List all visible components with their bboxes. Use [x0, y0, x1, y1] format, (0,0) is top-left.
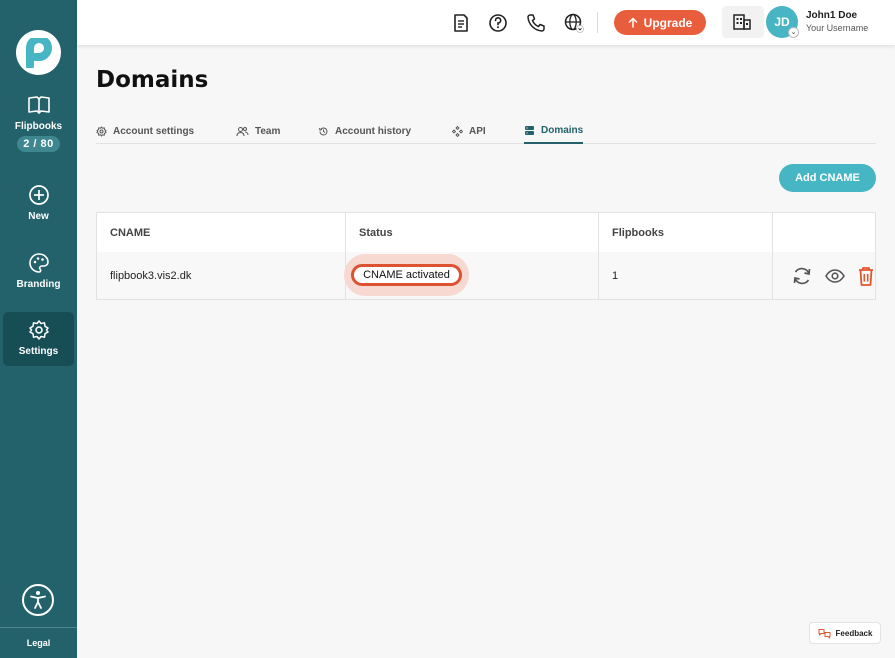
help-icon[interactable]	[487, 12, 509, 34]
flipbook-count-badge: 2 / 80	[17, 136, 60, 152]
tab-label: API	[469, 125, 486, 137]
plus-circle-icon	[28, 185, 49, 205]
refresh-icon[interactable]	[791, 265, 813, 287]
tab-team[interactable]: Team	[236, 124, 280, 138]
feedback-chat-icon	[818, 628, 831, 638]
tab-label: Account settings	[113, 125, 195, 137]
column-header-cname: CNAME	[110, 226, 151, 239]
add-cname-button[interactable]: Add CNAME	[779, 164, 876, 192]
sidebar-item-flipbooks[interactable]: Flipbooks 2 / 80	[3, 94, 74, 164]
legal-link[interactable]: Legal	[0, 638, 77, 648]
sidebar-divider	[0, 627, 77, 628]
tab-domains[interactable]: Domains	[524, 124, 584, 144]
gear-icon	[28, 320, 49, 340]
accessibility-icon	[30, 591, 46, 609]
server-icon	[525, 126, 534, 135]
topbar-divider	[597, 12, 598, 33]
history-icon	[319, 126, 328, 135]
organization-button[interactable]	[722, 6, 764, 38]
eye-icon[interactable]	[824, 265, 846, 287]
sidebar-item-branding[interactable]: Branding	[3, 252, 74, 302]
phone-icon[interactable]	[525, 12, 547, 34]
top-bar: Upgrade JD ⌄ John1 Doe Your Username	[77, 0, 895, 45]
upgrade-label: Upgrade	[643, 15, 693, 30]
column-header-status: Status	[359, 226, 393, 239]
arrow-up-icon	[628, 17, 637, 28]
api-icon	[452, 125, 463, 137]
language-globe-icon[interactable]	[563, 12, 585, 34]
column-divider	[345, 213, 346, 299]
domains-table: CNAME Status Flipbooks flipbook3.vis2.dk…	[96, 212, 876, 300]
tab-label: Account history	[335, 125, 412, 137]
sidebar-item-label: New	[28, 211, 49, 222]
sidebar-item-label: Branding	[16, 279, 61, 290]
upgrade-button[interactable]: Upgrade	[614, 10, 706, 35]
app-logo[interactable]	[16, 30, 61, 75]
tab-account-history[interactable]: Account history	[318, 124, 411, 138]
table-row: flipbook3.vis2.dk CNAME activated 1	[97, 252, 875, 299]
tab-label: Domains	[541, 125, 584, 136]
user-name: John1 Doe	[806, 10, 858, 21]
sidebar-item-label: Settings	[18, 346, 59, 357]
tab-api[interactable]: API	[452, 124, 486, 138]
sidebar-item-label: Flipbooks	[14, 121, 63, 132]
flipbooks-count-cell: 1	[612, 269, 619, 282]
logo-p-icon	[26, 38, 52, 68]
user-username: Your Username	[806, 23, 869, 33]
tab-account-settings[interactable]: Account settings	[96, 124, 194, 138]
page-title: Domains	[96, 67, 209, 93]
gear-icon	[96, 125, 107, 137]
status-badge: CNAME activated	[351, 264, 462, 286]
users-icon	[236, 126, 249, 136]
column-divider	[598, 213, 599, 299]
column-divider	[772, 213, 773, 299]
sidebar: Flipbooks 2 / 80 New Branding Settings L…	[0, 0, 77, 658]
column-header-flipbooks: Flipbooks	[612, 226, 664, 239]
building-icon	[733, 14, 751, 30]
document-icon[interactable]	[450, 12, 472, 34]
chevron-down-icon[interactable]: ⌄	[788, 27, 799, 38]
settings-tabs: Account settings Team Account history AP…	[96, 120, 876, 144]
tab-label: Team	[255, 125, 281, 137]
palette-icon	[28, 253, 49, 273]
sidebar-item-new[interactable]: New	[3, 184, 74, 234]
cname-cell: flipbook3.vis2.dk	[110, 269, 192, 282]
feedback-button[interactable]: Feedback	[809, 622, 881, 644]
trash-icon[interactable]	[855, 265, 877, 287]
sidebar-item-settings[interactable]: Settings	[3, 312, 74, 366]
feedback-label: Feedback	[835, 628, 873, 638]
accessibility-button[interactable]	[22, 584, 54, 616]
open-book-icon	[27, 96, 50, 114]
